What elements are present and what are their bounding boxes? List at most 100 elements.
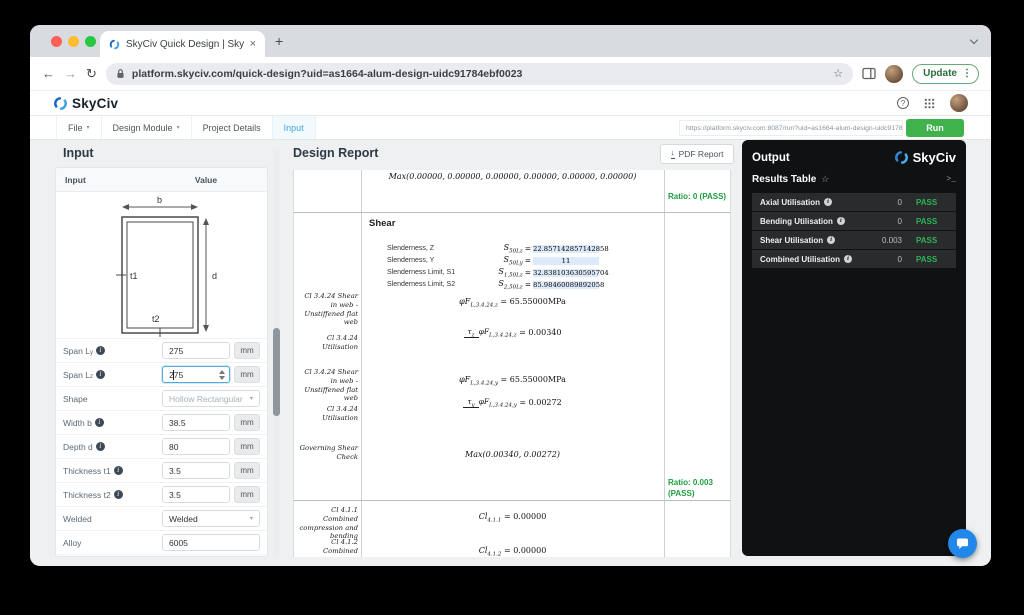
depth-d-unit: mm [234, 438, 260, 455]
clause-label-shear-web-z: Cl 3.4.24 Shear in web - Unstiffened fla… [296, 292, 358, 327]
download-icon: ↓ [671, 149, 675, 159]
chevron-down-icon: ▾ [177, 124, 180, 131]
input-table-header: Input Value [56, 168, 267, 192]
stepper-up-icon [219, 370, 225, 374]
alloy-input[interactable]: 6005 [162, 534, 260, 551]
number-stepper[interactable] [219, 370, 225, 380]
depth-d-input[interactable]: 80 [162, 438, 230, 455]
width-b-input[interactable]: 38.5 [162, 414, 230, 431]
browser-menu-dots-icon[interactable]: ⋮ [962, 68, 972, 79]
width-b-unit: mm [234, 414, 260, 431]
clause-label-shear-web-y: Cl 3.4.24 Shear in web - Unstiffened fla… [296, 368, 358, 403]
shear-section-heading: Shear [369, 218, 395, 229]
span-lz-input[interactable]: 275 [162, 366, 230, 383]
info-icon[interactable]: i [114, 466, 123, 475]
account-avatar[interactable] [950, 94, 968, 112]
shear-web-y-formula: φFL,3.4.24,y = 65.55000MPa [362, 375, 663, 387]
results-table: Axial Utilisationi 0 PASS Bending Utilis… [752, 193, 956, 268]
file-menu[interactable]: File ▾ [56, 116, 102, 139]
info-icon[interactable]: i [96, 442, 105, 451]
output-skyciv-logo: SkyCiv [894, 150, 956, 165]
result-row-bending: Bending Utilisationi 0 PASS [752, 212, 956, 230]
pdf-report-button[interactable]: ↓ PDF Report [660, 144, 734, 164]
result-row-combined: Combined Utilisationi 0 PASS [752, 250, 956, 268]
diagram-label-d: d [212, 271, 217, 281]
info-icon[interactable]: i [95, 418, 104, 427]
chevron-down-icon: ▾ [250, 395, 253, 402]
status-badge: PASS [916, 198, 948, 207]
info-icon[interactable]: i [844, 255, 852, 263]
info-icon[interactable]: i [837, 217, 845, 225]
field-row-shape: Shape Hollow Rectangular▾ [56, 387, 267, 411]
diagram-label-t1: t1 [130, 271, 138, 281]
browser-toolbar: ← → ↻ platform.skyciv.com/quick-design?u… [30, 57, 991, 91]
tab-close-icon[interactable]: × [250, 38, 256, 50]
minimize-window-button[interactable] [68, 36, 79, 47]
welded-select[interactable]: Welded▾ [162, 510, 260, 527]
apps-grid-icon[interactable] [924, 98, 935, 109]
url-text: platform.skyciv.com/quick-design?uid=as1… [132, 68, 826, 80]
design-module-menu[interactable]: Design Module ▾ [102, 116, 192, 139]
tab-search-chevron-icon[interactable] [970, 36, 978, 44]
brand-name: SkyCiv [72, 96, 118, 111]
info-icon[interactable]: i [824, 198, 832, 206]
browser-tab[interactable]: SkyCiv Quick Design | SkyCiv P × [100, 31, 265, 57]
field-row-thickness-t2: Thickness t2i 3.5 mm [56, 483, 267, 507]
forward-icon[interactable]: → [64, 66, 77, 81]
info-icon[interactable]: i [114, 490, 123, 499]
status-badge: PASS [916, 236, 948, 245]
tab-input[interactable]: Input [273, 116, 316, 139]
output-title: Output [752, 152, 894, 164]
help-icon[interactable]: ? [897, 97, 909, 109]
thickness-t1-label: Thickness t1i [63, 466, 162, 476]
slenderness-limit-s1-row: Slenderness Limit, S1 S1,50Lz = 32.83810… [387, 267, 599, 278]
shape-label: Shape [63, 394, 162, 404]
tab-project-details[interactable]: Project Details [192, 116, 273, 139]
skyciv-logo[interactable]: SkyCiv [53, 96, 118, 111]
diagram-label-t2: t2 [152, 314, 160, 324]
new-tab-button[interactable]: + [275, 33, 283, 49]
input-tab-label: Input [284, 123, 304, 133]
scrollbar-thumb[interactable] [273, 328, 280, 416]
skyciv-favicon-icon [109, 39, 120, 50]
combined-tension-formula: Cl4.1.2 = 0.00000 [362, 546, 663, 557]
close-window-button[interactable] [51, 36, 62, 47]
side-panel-icon[interactable] [862, 67, 876, 80]
address-bar[interactable]: platform.skyciv.com/quick-design?uid=as1… [106, 63, 853, 85]
file-menu-label: File [68, 123, 83, 133]
thickness-t2-input[interactable]: 3.5 [162, 486, 230, 503]
width-b-label: Width bi [63, 418, 162, 428]
field-row-alloy: Alloy 6005 [56, 531, 267, 555]
span-ly-unit: mm [234, 342, 260, 359]
status-badge: PASS [916, 217, 948, 226]
slenderness-row-z: Slenderness, Z S50Lz = 22.85714285714285… [387, 243, 599, 254]
lock-icon [116, 68, 125, 79]
run-url-field[interactable]: https://platform.skyciv.com:8087/run?uid… [679, 120, 903, 136]
thickness-t1-unit: mm [234, 462, 260, 479]
bookmark-star-icon[interactable]: ☆ [833, 67, 843, 80]
shape-select[interactable]: Hollow Rectangular▾ [162, 390, 260, 407]
span-ly-input[interactable]: 275 [162, 342, 230, 359]
favorite-star-icon[interactable]: ☆ [821, 174, 829, 185]
back-icon[interactable]: ← [42, 66, 55, 81]
zoom-window-button[interactable] [85, 36, 96, 47]
browser-profile-avatar[interactable] [885, 65, 903, 83]
span-ly-label: Span Lyi [63, 346, 162, 356]
chrome-update-button[interactable]: Update ⋮ [912, 64, 979, 84]
chevron-down-icon: ▾ [250, 515, 253, 522]
thickness-t1-input[interactable]: 3.5 [162, 462, 230, 479]
reload-icon[interactable]: ↻ [86, 66, 97, 82]
terminal-icon[interactable]: >_ [946, 175, 956, 184]
chat-widget-button[interactable] [948, 529, 977, 558]
output-panel: Output SkyCiv Results Table ☆ >_ Axial U… [742, 140, 966, 556]
main-content: Input Input Value b d [30, 140, 991, 565]
governing-shear-formula: Max(0.00340, 0.00272) [362, 450, 663, 459]
info-icon[interactable]: i [96, 370, 105, 379]
info-icon[interactable]: i [96, 346, 105, 355]
run-button[interactable]: Run [906, 119, 964, 137]
input-panel-scrollbar[interactable] [273, 150, 280, 557]
field-row-welded: Welded Welded▾ [56, 507, 267, 531]
info-icon[interactable]: i [827, 236, 835, 244]
text-cursor [173, 370, 174, 380]
span-lz-unit: mm [234, 366, 260, 383]
